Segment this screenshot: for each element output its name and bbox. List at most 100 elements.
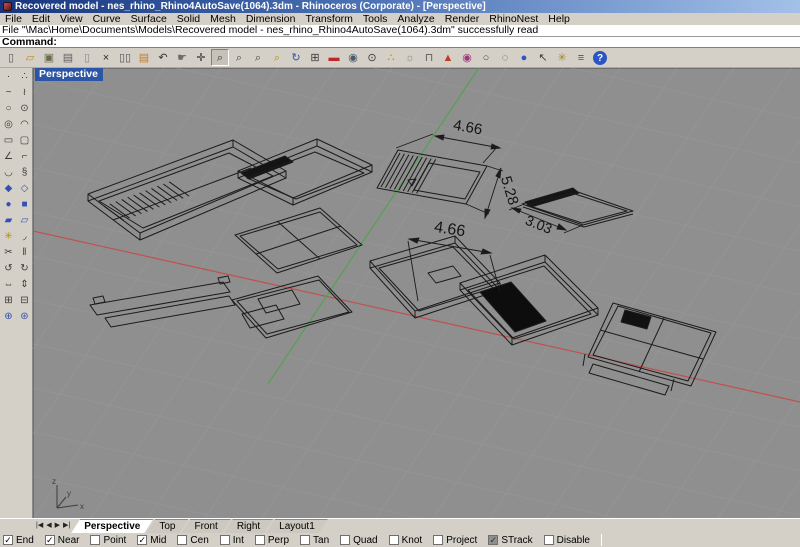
solid-box-icon[interactable]: ■ — [17, 198, 32, 213]
cut-icon[interactable]: × — [97, 49, 115, 66]
zoom-window-icon[interactable]: ⌕ — [249, 49, 267, 66]
new-file-icon[interactable]: ▯ — [2, 49, 20, 66]
shaded-display-icon[interactable]: ▲ — [439, 49, 457, 66]
menu-item[interactable]: Curve — [88, 13, 126, 25]
circle-icon[interactable]: ○ — [1, 102, 16, 117]
control-curve-icon[interactable]: ≀ — [17, 86, 32, 101]
scale-tool-icon[interactable]: ⇕ — [17, 278, 32, 293]
zoom-dynamic-icon[interactable]: ⌕ — [230, 49, 248, 66]
rotate-circle-icon[interactable]: ⊙ — [363, 49, 381, 66]
color-wheel-icon[interactable]: ◉ — [458, 49, 476, 66]
perspective-viewport[interactable]: Perspective — [33, 68, 800, 518]
model-part-flat-panel[interactable] — [235, 208, 362, 273]
osnap-checkbox[interactable] — [220, 535, 230, 545]
explode-icon[interactable]: ✳ — [1, 230, 16, 245]
osnap-toggle[interactable]: End — [3, 535, 34, 546]
render-sphere-icon[interactable]: ● — [515, 49, 533, 66]
osnap-checkbox[interactable] — [90, 535, 100, 545]
lock-icon[interactable]: ⊓ — [420, 49, 438, 66]
circle-point-icon[interactable]: ⊙ — [17, 102, 32, 117]
menu-item[interactable]: Dimension — [241, 13, 301, 25]
point-icon[interactable]: · — [1, 70, 16, 85]
paste-icon[interactable]: ▤ — [135, 49, 153, 66]
viewport-tab[interactable]: Front — [181, 519, 230, 533]
rounded-rectangle-icon[interactable]: ▢ — [17, 134, 32, 149]
lightbulb-icon[interactable]: ☼ — [401, 49, 419, 66]
menu-item[interactable]: Solid — [172, 13, 205, 25]
menu-item[interactable]: Render — [440, 13, 484, 25]
help-icon[interactable]: ? — [593, 51, 607, 65]
osnap-checkbox[interactable] — [300, 535, 310, 545]
mirror-icon[interactable]: ⊞ — [1, 294, 16, 309]
osnap-toggle[interactable]: Project — [433, 535, 477, 546]
join-icon[interactable]: ⊕ — [1, 310, 16, 325]
osnap-checkbox[interactable] — [544, 535, 554, 545]
menu-item[interactable]: Tools — [358, 13, 393, 25]
osnap-toggle[interactable]: Knot — [389, 535, 423, 546]
osnap-toggle[interactable]: Tan — [300, 535, 329, 546]
osnap-toggle[interactable]: Quad — [340, 535, 377, 546]
osnap-toggle[interactable]: Disable — [544, 535, 590, 546]
render-region-sphere-icon[interactable]: ◌ — [496, 49, 514, 66]
osnap-checkbox[interactable] — [3, 535, 13, 545]
menu-item[interactable]: Help — [543, 13, 575, 25]
named-view-car-icon[interactable]: ▬ — [325, 49, 343, 66]
move-tool-icon[interactable]: ⇔ — [1, 278, 16, 293]
osnap-toggle[interactable]: Point — [90, 535, 126, 546]
osnap-checkbox[interactable] — [45, 535, 55, 545]
osnap-checkbox[interactable] — [433, 535, 443, 545]
pan-hand-icon[interactable]: ☛ — [173, 49, 191, 66]
model-part-rails[interactable] — [90, 276, 235, 327]
menu-item[interactable]: Transform — [300, 13, 357, 25]
osnap-toggle[interactable]: Cen — [177, 535, 208, 546]
osnap-checkbox[interactable] — [137, 535, 147, 545]
osnap-toggle[interactable]: Mid — [137, 535, 166, 546]
osnap-checkbox[interactable] — [255, 535, 265, 545]
wireframe-models[interactable] — [88, 139, 716, 395]
viewport-layout-icon[interactable]: ⊞ — [306, 49, 324, 66]
arc-icon[interactable]: ◠ — [17, 118, 32, 133]
zoom-icon[interactable]: ⌕ — [211, 49, 229, 66]
loft-icon[interactable]: ▱ — [17, 214, 32, 229]
osnap-points-icon[interactable]: ∴ — [382, 49, 400, 66]
surface-icon[interactable]: ◆ — [1, 182, 16, 197]
osnap-checkbox[interactable] — [488, 535, 498, 545]
menu-item[interactable]: Mesh — [205, 13, 241, 25]
undo-icon[interactable]: ↶ — [154, 49, 172, 66]
export-page-icon[interactable]: ▯ — [78, 49, 96, 66]
open-folder-icon[interactable]: ▱ — [21, 49, 39, 66]
osnap-checkbox[interactable] — [177, 535, 187, 545]
osnap-checkbox[interactable] — [389, 535, 399, 545]
rotate-tool-icon[interactable]: ↻ — [17, 262, 32, 277]
group-icon[interactable]: ⊛ — [17, 310, 32, 325]
menu-item[interactable]: Surface — [126, 13, 172, 25]
menu-item[interactable]: View — [55, 13, 88, 25]
sphere-icon[interactable]: ● — [1, 198, 16, 213]
tab-nav-button[interactable]: ▶| — [63, 520, 70, 532]
rotate-view-icon[interactable]: ↻ — [287, 49, 305, 66]
command-input[interactable] — [60, 37, 800, 47]
menu-item[interactable]: RhinoNest — [484, 13, 543, 25]
render-preview-sphere-icon[interactable]: ○ — [477, 49, 495, 66]
menu-item[interactable]: File — [0, 13, 27, 25]
viewport-tab[interactable]: Right — [224, 519, 273, 533]
viewport-canvas[interactable]: 4.66 5.28 3.03 4.66 — [33, 68, 800, 518]
viewport-tab[interactable]: Perspective — [71, 519, 153, 533]
ellipse-icon[interactable]: ◎ — [1, 118, 16, 133]
model-part-bottom-shell[interactable] — [88, 140, 286, 240]
options-gears-icon[interactable]: ✳ — [553, 49, 571, 66]
polyline-icon[interactable]: ∠ — [1, 150, 16, 165]
array-icon[interactable]: ⊟ — [17, 294, 32, 309]
fillet-icon[interactable]: ◞ — [17, 230, 32, 245]
osnap-toggle[interactable]: Perp — [255, 535, 289, 546]
split-icon[interactable]: ‖ — [17, 246, 32, 261]
helix-icon[interactable]: § — [17, 166, 32, 181]
viewport-tab[interactable]: Top — [146, 519, 188, 533]
surface-patch-icon[interactable]: ◇ — [17, 182, 32, 197]
tab-nav-button[interactable]: |◀ — [36, 520, 43, 532]
line-segment-icon[interactable]: ⌐ — [17, 150, 32, 165]
copy-icon[interactable]: ▯▯ — [116, 49, 134, 66]
curve-icon[interactable]: ~ — [1, 86, 16, 101]
menu-item[interactable]: Analyze — [392, 13, 439, 25]
extrude-icon[interactable]: ▰ — [1, 214, 16, 229]
